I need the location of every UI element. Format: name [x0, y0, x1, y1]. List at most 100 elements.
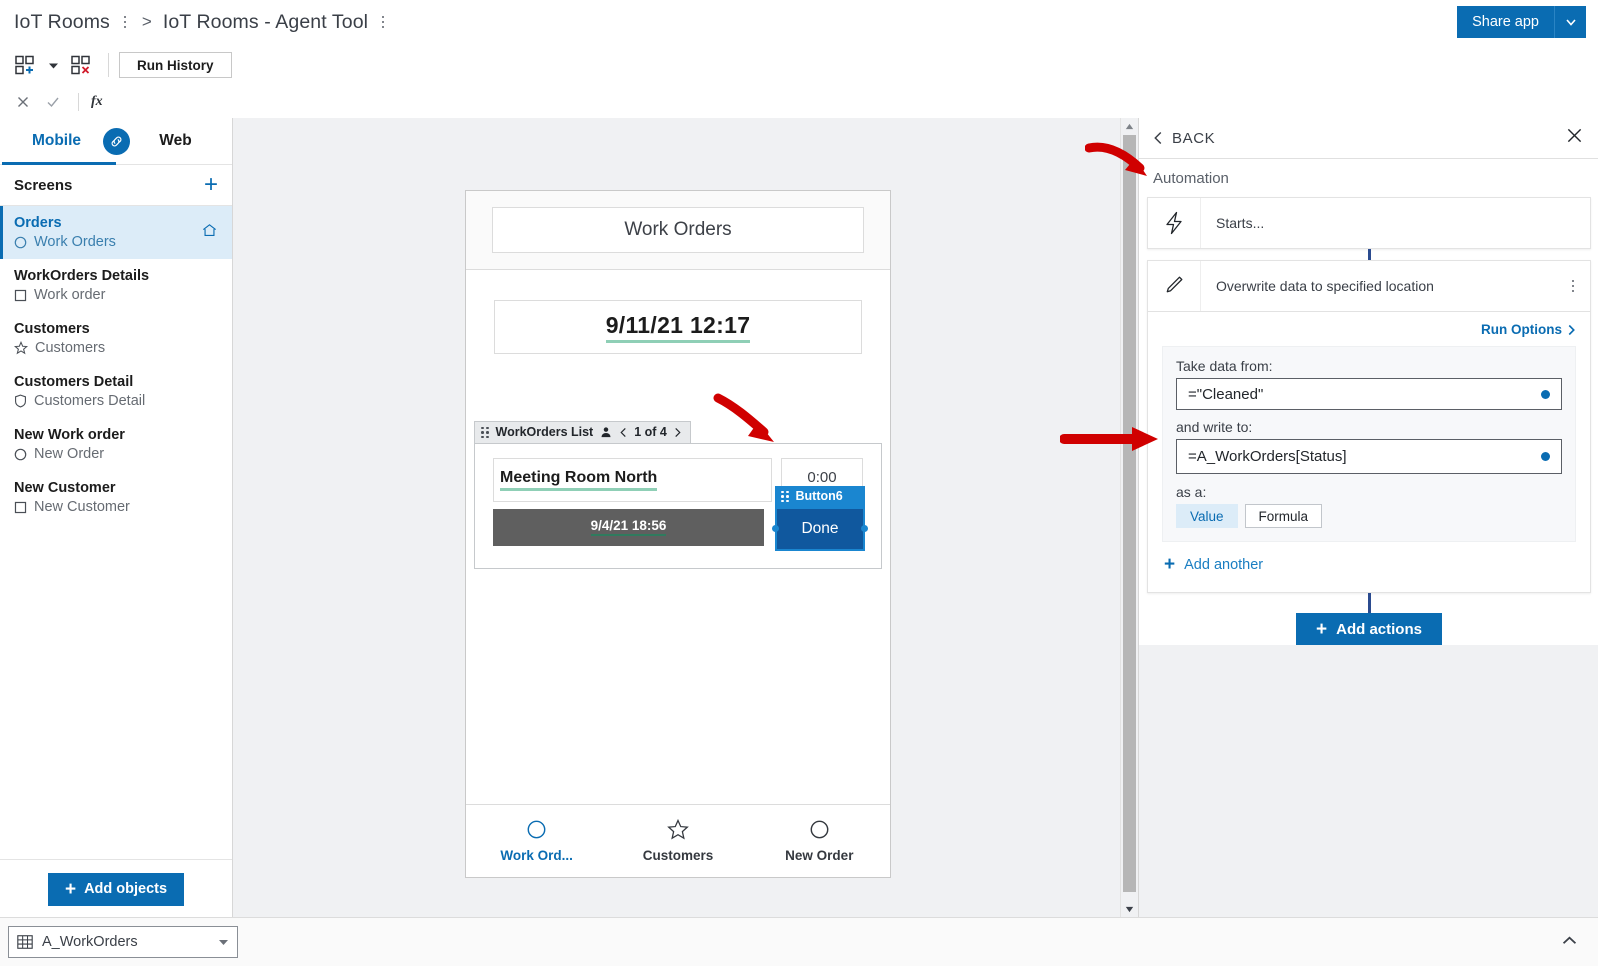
resize-handle-left[interactable] — [772, 525, 779, 533]
screen-subrow: Work Orders — [14, 234, 218, 250]
tab-mobile[interactable]: Mobile — [15, 132, 99, 150]
panel-body: Automation Starts... Overwrite data to s… — [1139, 159, 1598, 645]
value-option-button[interactable]: Value — [1176, 504, 1238, 528]
share-app-button[interactable]: Share app — [1457, 6, 1554, 38]
screens-header: Screens + — [0, 165, 232, 206]
breadcrumb-current-kebab-menu-icon[interactable] — [377, 12, 389, 32]
circle-icon — [14, 236, 27, 248]
link-icon[interactable] — [102, 127, 130, 155]
and-write-to-input[interactable]: =A_WorkOrders[Status] — [1176, 439, 1562, 474]
fx-icon: fx — [91, 94, 103, 109]
nav-item-customers[interactable]: Customers — [607, 819, 748, 863]
run-options-link[interactable]: Run Options — [1162, 322, 1576, 337]
drag-handle-icon[interactable] — [481, 426, 489, 439]
breadcrumb-root[interactable]: IoT Rooms — [14, 11, 110, 34]
add-screen-chevron-down-icon[interactable] — [44, 49, 62, 81]
chevron-right-icon — [1568, 324, 1575, 335]
sidebar-item-orders[interactable]: Orders Work Orders — [0, 206, 232, 259]
screen-sub-label: New Customer — [34, 499, 130, 515]
action-config-card: Run Options Take data from: ="Cleaned" a… — [1147, 312, 1591, 593]
formula-cancel-close-icon[interactable] — [10, 89, 36, 115]
table-caret-down-icon[interactable] — [218, 933, 229, 951]
run-history-button[interactable]: Run History — [119, 52, 232, 78]
sidebar-item-new-customer[interactable]: New Customer New Customer — [0, 471, 232, 524]
row-date-value: 9/4/21 18:56 — [590, 518, 667, 537]
breadcrumb-root-kebab-menu-icon[interactable] — [119, 12, 131, 32]
row-date-widget[interactable]: 9/4/21 18:56 — [493, 508, 764, 546]
add-actions-label: Add actions — [1336, 620, 1422, 638]
screen-name: Customers Detail — [14, 374, 134, 390]
shield-icon — [15, 394, 26, 408]
action-row[interactable]: Overwrite data to specified location — [1147, 260, 1591, 312]
home-icon[interactable] — [201, 222, 218, 244]
take-data-from-label: Take data from: — [1176, 358, 1273, 374]
drag-handle-icon[interactable] — [781, 490, 789, 503]
scrollbar-thumb[interactable] — [1123, 135, 1136, 892]
phone-title-widget[interactable]: Work Orders — [492, 207, 864, 253]
screen-subrow: Customers Detail — [14, 393, 218, 409]
formula-divider — [78, 93, 79, 111]
person-icon — [601, 427, 611, 438]
trigger-row[interactable]: Starts... — [1147, 197, 1591, 249]
add-objects-button[interactable]: + Add objects — [47, 872, 185, 906]
sidebar-item-customers-detail[interactable]: Customers Detail Customers Detail — [0, 365, 232, 418]
phone-header: Work Orders — [466, 191, 890, 270]
circle-icon — [527, 820, 546, 839]
screen-subrow: Customers — [14, 340, 218, 356]
active-tab-underline — [2, 162, 116, 165]
scroll-down-arrow-icon[interactable] — [1121, 901, 1138, 918]
formula-option-button[interactable]: Formula — [1244, 504, 1323, 528]
sidebar-item-workorders-details[interactable]: WorkOrders Details Work order — [0, 259, 232, 312]
share-app-chevron-down-icon[interactable] — [1554, 6, 1586, 38]
toolbar: Run History — [0, 44, 1598, 87]
add-actions-button[interactable]: + Add actions — [1296, 613, 1442, 645]
selected-widget-label-bar[interactable]: Button6 — [775, 485, 865, 507]
add-objects-label: Add objects — [84, 881, 168, 897]
sidebar-item-customers[interactable]: Customers Customers — [0, 312, 232, 365]
sidebar-item-new-work-order[interactable]: New Work order New Order — [0, 418, 232, 471]
canvas-vertical-scrollbar[interactable] — [1120, 118, 1138, 918]
screens-list: Orders Work Orders WorkOrders Details Wo… — [0, 206, 232, 524]
delete-screen-icon[interactable] — [64, 49, 98, 81]
formula-confirm-check-icon[interactable] — [40, 89, 66, 115]
toolbar-divider — [108, 53, 109, 77]
add-another-button[interactable]: + Add another — [1162, 542, 1576, 578]
phone-bottom-nav: Work Ord... Customers New Order — [466, 804, 890, 877]
mapping-fields: Take data from: ="Cleaned" and write to:… — [1162, 346, 1576, 542]
flow-connector — [1139, 249, 1598, 260]
date-field-widget[interactable]: 9/11/21 12:17 — [494, 300, 862, 354]
selected-button-widget[interactable]: Button6 Done — [772, 485, 868, 551]
done-button[interactable]: Done — [772, 506, 868, 551]
chevron-left-icon[interactable] — [619, 427, 628, 438]
back-button[interactable]: BACK — [1153, 130, 1215, 147]
breadcrumb-current[interactable]: IoT Rooms - Agent Tool — [163, 11, 368, 34]
row-name-widget[interactable]: Meeting Room North — [493, 457, 772, 502]
app-root: IoT Rooms > IoT Rooms - Agent Tool Share… — [0, 0, 1598, 966]
circle-icon — [14, 448, 27, 460]
nav-item-work-orders[interactable]: Work Ord... — [466, 819, 607, 863]
tab-web[interactable]: Web — [134, 132, 218, 150]
take-data-from-input[interactable]: ="Cleaned" — [1176, 378, 1562, 410]
field-status-dot — [1541, 452, 1550, 461]
nav-item-new-order[interactable]: New Order — [749, 819, 890, 863]
selected-widget-name: Button6 — [795, 489, 843, 504]
screen-name: WorkOrders Details — [14, 268, 150, 284]
close-icon[interactable] — [1566, 127, 1583, 149]
table-selector[interactable]: A_WorkOrders — [8, 926, 238, 958]
add-screen-icon[interactable] — [8, 49, 42, 81]
automation-panel: BACK Automation Starts... Overwrite data… — [1138, 118, 1598, 918]
workorders-list-header[interactable]: WorkOrders List 1 of 4 — [474, 420, 691, 443]
action-kebab-menu-icon[interactable] — [1556, 276, 1590, 296]
expand-chevron-up-icon[interactable] — [1561, 933, 1578, 951]
resize-handle-right[interactable] — [861, 525, 868, 533]
share-app-group: Share app — [1457, 6, 1586, 38]
screen-sub-label: Customers Detail — [34, 393, 146, 409]
nav-label: Customers — [642, 848, 714, 863]
workorders-list-label: WorkOrders List — [495, 425, 594, 440]
chevron-left-icon — [1154, 131, 1162, 145]
screen-sub-label: Work Orders — [34, 234, 116, 250]
chevron-right-icon[interactable] — [673, 427, 682, 438]
workorders-list-body: Meeting Room North 0:00 9/4/21 18:56 But… — [474, 442, 882, 569]
add-screen-plus-icon[interactable]: + — [204, 173, 218, 197]
scroll-up-arrow-icon[interactable] — [1121, 118, 1138, 135]
